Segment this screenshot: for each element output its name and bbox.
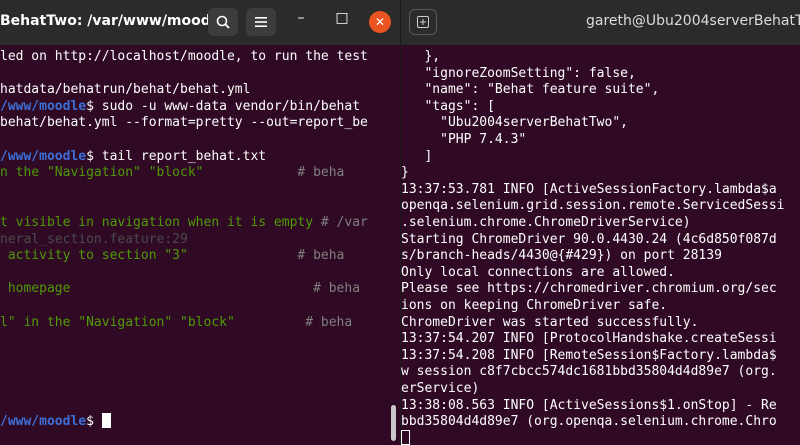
terminal-text: homepage — [0, 281, 71, 297]
maximize-button[interactable]: □ — [330, 10, 354, 26]
terminal-line: l" in the "Navigation" "block" # beha — [0, 314, 352, 331]
terminal-line: Starting ChromeDriver 90.0.4430.24 (4c6d… — [401, 231, 777, 247]
terminal-text: $ tail report_behat.txt — [86, 148, 267, 164]
terminal-line: /www/moodle$ tail report_behat.txt — [0, 148, 266, 165]
terminal-line: w session c8f7cbcc574dc1681bbd35804d4d89… — [401, 364, 777, 380]
text-cursor — [401, 429, 410, 445]
terminal-text: hatdata/behatrun/behat/behat.yml — [0, 82, 251, 98]
terminal-line: activity to section "3" # beha — [0, 247, 345, 264]
terminal-line: "Ubu2004serverBehatTwo", — [401, 115, 628, 131]
terminal-text: # beha — [70, 281, 361, 297]
right-window-title: gareth@Ubu2004serverBehatTwo — [586, 13, 800, 29]
terminal-text: t visible in navigation when it is empty — [0, 215, 314, 230]
left-scrollbar[interactable] — [391, 405, 396, 441]
terminal-line: ] — [401, 148, 433, 164]
terminal-text: $ — [86, 414, 102, 430]
terminal-line: .selenium.chrome.ChromeDriverService) — [401, 215, 691, 230]
terminal-line: "ignoreZoomSetting": false, — [401, 65, 636, 81]
terminal-text: behat/behat.yml --format=pretty --out=re… — [0, 115, 368, 131]
terminal-line: 13:37:54.208 INFO [RemoteSession$Factory… — [401, 347, 777, 363]
terminal-line: n the "Navigation" "block" # beha — [0, 164, 344, 181]
search-button[interactable] — [208, 8, 238, 36]
terminal-line: } — [401, 165, 409, 181]
terminal-text: neral_section.feature:29 — [0, 231, 188, 247]
terminal-text: n the "Navigation" "block" — [0, 165, 204, 181]
left-window-title: BehatTwo: /var/www/moodle — [0, 13, 226, 29]
terminal-line — [401, 429, 410, 445]
terminal-text: # /var — [313, 215, 368, 230]
terminal-text: # beha — [203, 165, 345, 181]
terminal-line: 13:37:53.781 INFO [ActiveSessionFactory.… — [401, 181, 777, 197]
terminal-line: 13:37:54.207 INFO [ProtocolHandshake.cre… — [401, 331, 777, 347]
left-terminal-output[interactable]: led on http://localhost/moodle, to run t… — [0, 45, 401, 445]
terminal-line: /www/moodle$ — [0, 413, 111, 430]
terminal-line: hatdata/behatrun/behat/behat.yml — [0, 81, 250, 98]
terminal-line: homepage # beha — [0, 280, 360, 297]
terminal-line: 13:38:08.563 INFO [ActiveSessions$1.onSt… — [401, 397, 777, 413]
right-terminal-output[interactable]: }, "ignoreZoomSetting": false, "name": "… — [401, 45, 800, 445]
terminal-line: Please see https://chromedriver.chromium… — [401, 281, 777, 297]
terminal-line: t visible in navigation when it is empty… — [0, 214, 368, 231]
terminal-line: erService) — [401, 381, 480, 396]
terminal-line: }, — [401, 49, 441, 64]
terminal-line: led on http://localhost/moodle, to run t… — [0, 48, 368, 65]
prompt-path: /www/moodle — [0, 98, 87, 114]
new-tab-button[interactable] — [409, 9, 437, 35]
terminal-line: s/branch-heads/4430@{#429}) on port 2813… — [401, 248, 722, 264]
terminal-text: led on http://localhost/moodle, to run t… — [0, 49, 368, 64]
terminal-text: $ sudo -u www-data vendor/bin/behat — [86, 98, 361, 114]
terminal-text: # beha — [187, 248, 345, 264]
minimize-button[interactable]: – — [289, 10, 313, 26]
terminal-line: ions on keeping ChromeDriver safe. — [401, 298, 668, 313]
terminal-text: activity to section "3" — [0, 248, 188, 264]
hamburger-menu-icon — [255, 17, 267, 27]
terminal-line: /www/moodle$ sudo -u www-data vendor/bin… — [0, 98, 360, 115]
terminal-line: "tags": [ — [401, 98, 495, 114]
terminal-line: openqa.selenium.grid.session.remote.Serv… — [401, 198, 785, 214]
terminal-line: bbd35804d4d89e7 (org.openqa.selenium.chr… — [401, 414, 777, 430]
prompt-path: /www/moodle — [0, 414, 87, 430]
terminal-line: "name": "Behat feature suite", — [401, 82, 660, 98]
terminal-line: behat/behat.yml --format=pretty --out=re… — [0, 114, 368, 131]
text-cursor — [101, 413, 111, 429]
terminal-text: l" in the "Navigation" "block" — [0, 314, 235, 330]
terminal-line: Only local connections are allowed. — [401, 264, 675, 280]
right-window-titlebar[interactable]: gareth@Ubu2004serverBehatTwo — [401, 0, 800, 45]
menu-button[interactable] — [246, 8, 276, 36]
close-button[interactable]: ✕ — [369, 11, 391, 33]
window-divider — [400, 0, 401, 445]
terminal-text: # beha — [234, 314, 353, 330]
new-tab-icon — [417, 16, 429, 28]
terminal-line: "PHP 7.4.3" — [401, 132, 527, 147]
left-window-titlebar[interactable]: BehatTwo: /var/www/moodle – □ ✕ — [0, 0, 401, 45]
prompt-path: /www/moodle — [0, 148, 87, 164]
terminal-line: neral_section.feature:29 — [0, 231, 188, 248]
terminal-line: ChromeDriver was started successfully. — [401, 314, 699, 330]
search-icon — [216, 15, 230, 29]
